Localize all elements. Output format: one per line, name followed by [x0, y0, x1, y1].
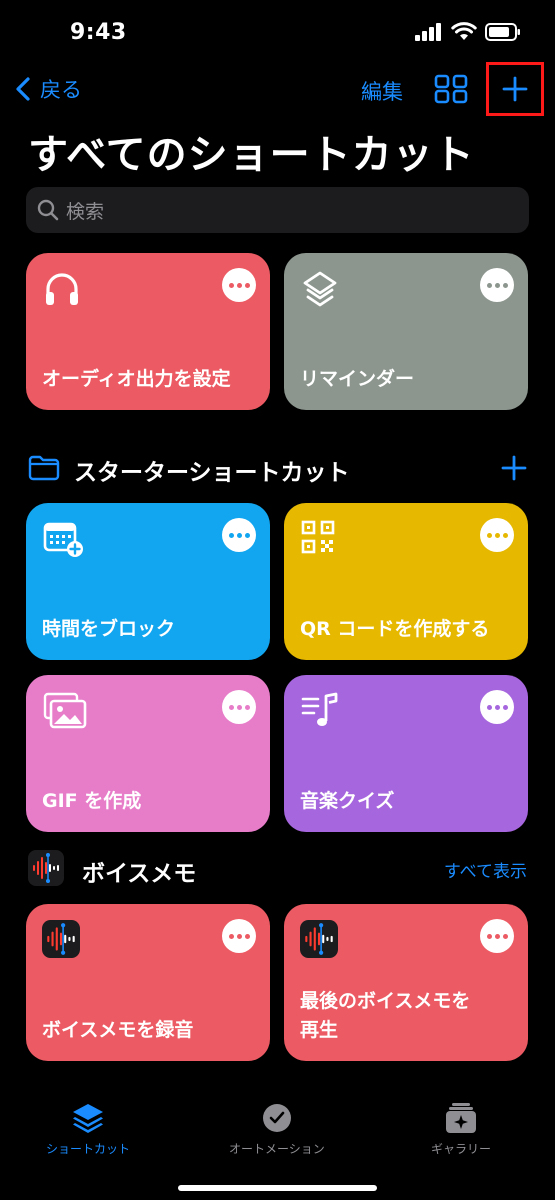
- tab-label: ギャラリー: [431, 1142, 492, 1156]
- clock-check-icon: [262, 1104, 291, 1132]
- more-button[interactable]: [480, 690, 514, 724]
- voice-memo-icon: [300, 920, 338, 962]
- more-button[interactable]: [222, 919, 256, 953]
- cellular-signal-icon: [415, 22, 441, 41]
- tab-label: オートメーション: [229, 1142, 325, 1156]
- edit-button[interactable]: 編集: [361, 76, 403, 106]
- see-all-link[interactable]: すべて表示: [444, 857, 527, 882]
- voice-memo-icon: [42, 920, 80, 962]
- more-button[interactable]: [222, 690, 256, 724]
- tile-label: オーディオ出力を設定: [42, 368, 231, 390]
- tile-label: QR コードを作成する: [300, 618, 490, 640]
- more-button[interactable]: [480, 919, 514, 953]
- photos-icon: [42, 691, 88, 735]
- chevron-left-icon: [16, 77, 30, 101]
- tab-shortcuts[interactable]: ショートカット: [46, 1102, 130, 1157]
- tile-label: GIF を作成: [42, 790, 142, 812]
- page-title: すべてのショートカット: [28, 132, 475, 178]
- voice-memo-section-title: ボイスメモ: [82, 861, 197, 887]
- starter-section-title: スターターショートカット: [74, 460, 350, 486]
- add-shortcut-button[interactable]: [486, 62, 544, 116]
- starter-add-button[interactable]: [501, 455, 527, 485]
- tile-label: ボイスメモを録音: [42, 1019, 194, 1041]
- gallery-sparkle-icon: [446, 1103, 476, 1133]
- calendar-add-icon: [42, 519, 86, 563]
- shortcut-tile-play-last-voice-memo[interactable]: 最後のボイスメモを再生: [284, 904, 528, 1061]
- tab-automation[interactable]: オートメーション: [229, 1102, 325, 1157]
- home-indicator: [178, 1185, 377, 1191]
- folder-icon: [28, 455, 60, 485]
- battery-icon: [485, 22, 520, 41]
- tab-gallery[interactable]: ギャラリー: [431, 1102, 491, 1157]
- shortcut-tile-reminders[interactable]: リマインダー: [284, 253, 528, 410]
- grid-view-icon: [434, 74, 468, 104]
- more-button[interactable]: [222, 268, 256, 302]
- back-button[interactable]: 戻る: [14, 74, 82, 104]
- search-icon: [37, 199, 59, 221]
- more-button[interactable]: [480, 268, 514, 302]
- plus-icon: [501, 455, 527, 481]
- shortcut-tile-music-quiz[interactable]: 音楽クイズ: [284, 675, 528, 832]
- search-placeholder: 検索: [66, 200, 105, 223]
- tile-label: 音楽クイズ: [300, 790, 395, 812]
- wifi-icon: [451, 22, 477, 40]
- tile-label: 時間をブロック: [42, 618, 176, 640]
- shortcut-tile-create-qr[interactable]: QR コードを作成する: [284, 503, 528, 660]
- tab-label: ショートカット: [46, 1142, 131, 1156]
- qr-code-icon: [300, 519, 336, 559]
- tab-bar: ショートカット オートメーション ギャラリー: [0, 1088, 555, 1200]
- back-label: 戻る: [40, 78, 82, 102]
- search-field[interactable]: 検索: [26, 187, 529, 233]
- headphones-icon: [42, 269, 82, 313]
- shortcut-tile-record-voice-memo[interactable]: ボイスメモを録音: [26, 904, 270, 1061]
- music-list-icon: [300, 691, 340, 735]
- status-icons: [415, 22, 521, 41]
- shortcut-tile-audio-output[interactable]: オーディオ出力を設定: [26, 253, 270, 410]
- status-time: 9:43: [70, 20, 127, 45]
- shortcut-tile-make-gif[interactable]: GIF を作成: [26, 675, 270, 832]
- grid-view-button[interactable]: [434, 74, 468, 108]
- tile-label: 最後のボイスメモを再生: [300, 990, 471, 1041]
- more-button[interactable]: [222, 518, 256, 552]
- layers-icon: [300, 269, 340, 313]
- shortcut-tile-block-time[interactable]: 時間をブロック: [26, 503, 270, 660]
- plus-icon: [502, 76, 528, 102]
- more-button[interactable]: [480, 518, 514, 552]
- voice-memos-app-icon: [28, 850, 64, 890]
- tile-label: リマインダー: [300, 368, 415, 390]
- shortcuts-stack-icon: [73, 1104, 103, 1133]
